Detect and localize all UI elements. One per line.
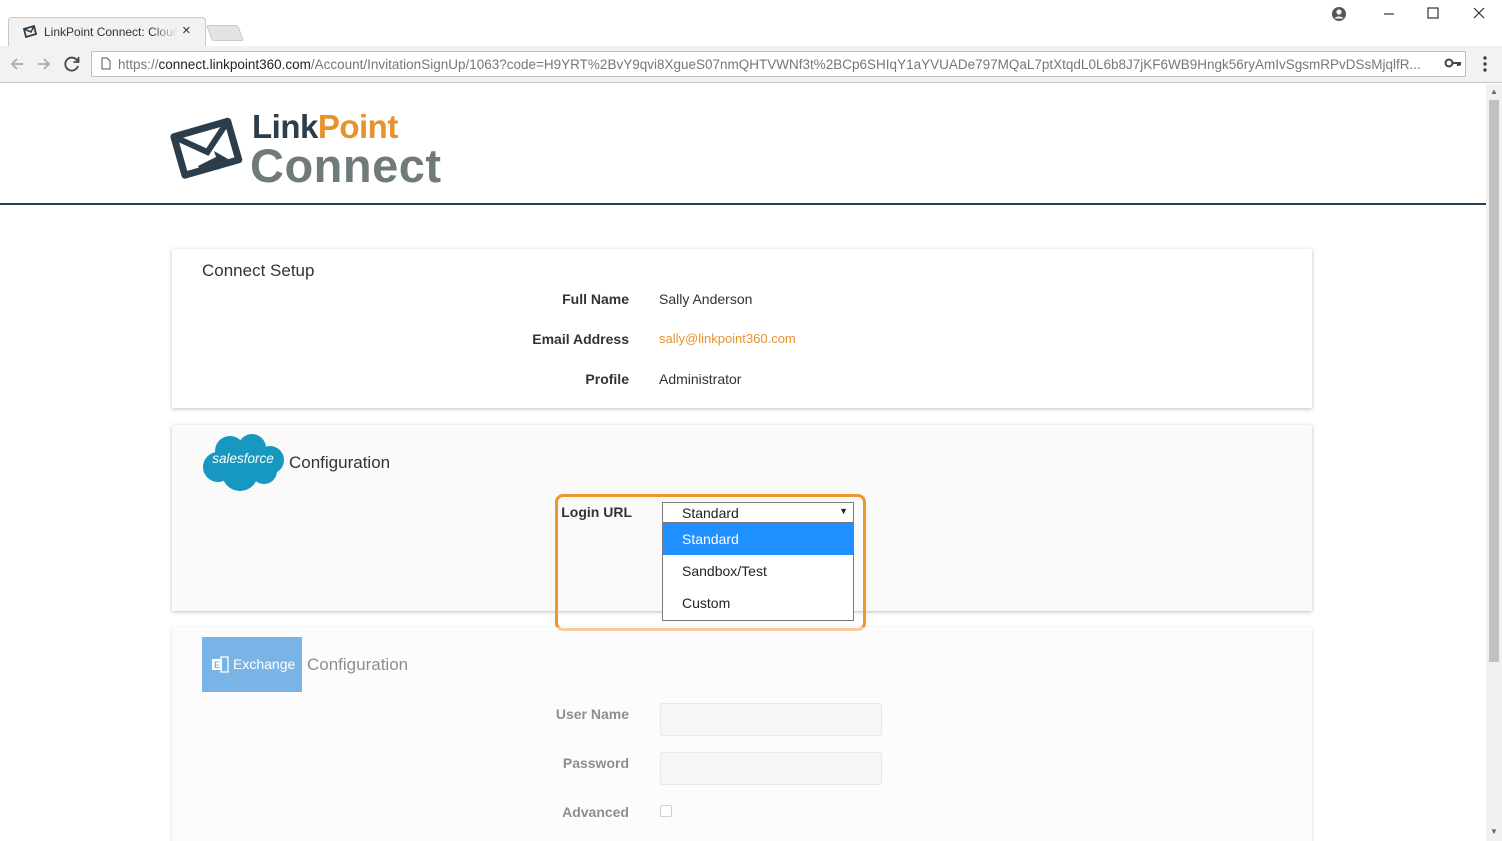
reload-icon[interactable]	[61, 53, 83, 75]
page-scrollbar[interactable]: ▲ ▼	[1486, 84, 1502, 841]
linkpoint-favicon-icon	[22, 24, 38, 39]
profile-icon[interactable]	[1331, 6, 1347, 22]
login-url-option-custom[interactable]: Custom	[663, 587, 853, 619]
login-url-option-sandbox[interactable]: Sandbox/Test	[663, 555, 853, 587]
password-input[interactable]	[660, 752, 882, 785]
exchange-configuration-card: E Exchange Configuration User Name Passw…	[172, 627, 1312, 841]
header-divider	[0, 203, 1486, 205]
dropdown-arrow-icon: ▼	[839, 506, 848, 516]
page-info-icon[interactable]	[101, 57, 111, 70]
exchange-logo-text: Exchange	[233, 656, 296, 672]
new-tab-button[interactable]	[206, 25, 244, 41]
scrollbar-thumb[interactable]	[1489, 100, 1499, 662]
email-link[interactable]: sally@linkpoint360.com	[659, 331, 796, 346]
linkpoint-connect-logo: LinkPoint Connect	[170, 108, 441, 192]
full-name-value: Sally Anderson	[659, 291, 753, 307]
login-url-selected-value: Standard	[682, 505, 739, 521]
salesforce-configuration-title: Configuration	[289, 453, 391, 472]
exchange-configuration-title: Configuration	[307, 655, 409, 674]
login-url-label: Login URL	[561, 504, 632, 520]
advanced-checkbox[interactable]	[660, 805, 672, 817]
url-text: https://connect.linkpoint360.com/Account…	[118, 57, 1438, 72]
password-label: Password	[562, 755, 629, 771]
advanced-label: Advanced	[562, 804, 629, 820]
tab-strip: LinkPoint Connect: Cloud ×	[0, 0, 1502, 46]
profile-value: Administrator	[659, 371, 742, 387]
tab-close-icon[interactable]: ×	[182, 23, 191, 39]
forward-arrow-icon[interactable]	[33, 53, 55, 75]
salesforce-configuration-card: salesforce Configuration Login URL Stand…	[172, 425, 1312, 631]
browser-tab[interactable]: LinkPoint Connect: Cloud ×	[8, 17, 206, 46]
username-label: User Name	[555, 706, 629, 722]
login-url-select[interactable]: Standard ▼	[662, 502, 854, 523]
salesforce-logo-text: salesforce	[212, 451, 274, 466]
back-arrow-icon[interactable]	[6, 53, 28, 75]
url-path: /Account/InvitationSignUp/1063?code=H9YR…	[310, 57, 1421, 72]
profile-label: Profile	[585, 371, 629, 387]
connect-setup-card: Connect Setup Full Name Sally Anderson E…	[172, 249, 1312, 408]
email-label: Email Address	[532, 331, 629, 347]
browser-menu-icon[interactable]	[1480, 54, 1490, 74]
tab-title: LinkPoint Connect: Cloud	[44, 25, 178, 39]
scroll-down-icon[interactable]: ▼	[1490, 827, 1498, 836]
scroll-up-icon[interactable]: ▲	[1490, 87, 1498, 96]
browser-chrome: LinkPoint Connect: Cloud × https://conne…	[0, 0, 1502, 83]
envelope-logo-icon	[170, 117, 243, 179]
maximize-icon[interactable]	[1424, 4, 1442, 22]
username-input[interactable]	[660, 703, 882, 736]
address-bar[interactable]: https://connect.linkpoint360.com/Account…	[91, 51, 1466, 77]
logo-connect-text: Connect	[250, 139, 442, 192]
browser-toolbar: https://connect.linkpoint360.com/Account…	[0, 46, 1502, 83]
login-url-dropdown-list: Standard Sandbox/Test Custom	[662, 523, 854, 621]
salesforce-cloud-logo: salesforce	[203, 434, 284, 491]
url-host: connect.linkpoint360.com	[158, 57, 311, 72]
minimize-icon[interactable]	[1380, 4, 1398, 22]
url-scheme: https://	[118, 57, 159, 72]
exchange-logo: E Exchange	[202, 637, 302, 692]
full-name-label: Full Name	[562, 291, 629, 307]
key-icon[interactable]	[1444, 56, 1462, 70]
exchange-logo-icon: E	[212, 656, 229, 673]
close-window-icon[interactable]	[1470, 4, 1488, 22]
connect-setup-title: Connect Setup	[202, 261, 315, 280]
svg-text:E: E	[214, 660, 220, 670]
login-url-option-standard[interactable]: Standard	[663, 523, 853, 555]
page-content: LinkPoint Connect Connect Setup Full Nam…	[0, 84, 1486, 841]
